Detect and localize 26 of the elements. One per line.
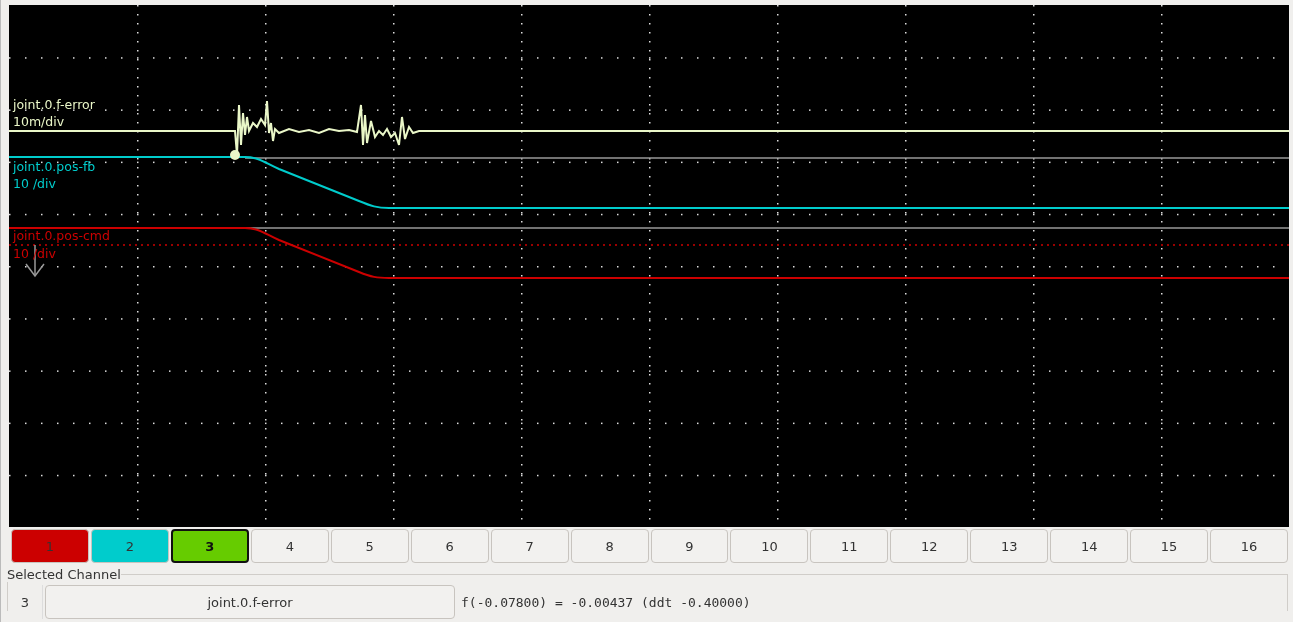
channel-button[interactable]: 8 [570, 529, 649, 563]
channel-button[interactable]: 16 [1210, 529, 1288, 563]
channel-button[interactable]: 14 [1050, 529, 1129, 563]
channel-button[interactable]: 15 [1130, 529, 1209, 563]
channel-button[interactable]: 10 [730, 529, 809, 563]
channel-scale: 10 /div [13, 246, 56, 261]
channel-name-button[interactable]: joint.0.f-error [45, 585, 455, 619]
channel-button[interactable]: 12 [890, 529, 969, 563]
channel-button[interactable]: 3 [170, 529, 249, 563]
channel-button[interactable]: 6 [410, 529, 489, 563]
channel-button[interactable]: 7 [490, 529, 569, 563]
channel-number: 3 [8, 585, 43, 619]
value-readout: f(-0.07800) = -0.00437 (ddt -0.40000) [461, 594, 751, 610]
channel-label: joint.0.pos-fb [13, 159, 96, 174]
channel-button[interactable]: 13 [970, 529, 1049, 563]
channel-button[interactable]: 2 [90, 529, 169, 563]
trigger-point-icon[interactable] [230, 150, 240, 160]
channel-scale: 10m/div [13, 114, 65, 129]
channel-button[interactable]: 5 [330, 529, 409, 563]
channel-button[interactable]: 9 [650, 529, 729, 563]
channel-label: joint.0.f-error [13, 97, 95, 112]
channel-button[interactable]: 11 [810, 529, 889, 563]
channel-label: joint.0.pos-cmd [13, 228, 110, 243]
channel-button[interactable]: 4 [250, 529, 329, 563]
panel-title: Selected Channel [7, 567, 121, 582]
channel-scale: 10 /div [13, 176, 56, 191]
